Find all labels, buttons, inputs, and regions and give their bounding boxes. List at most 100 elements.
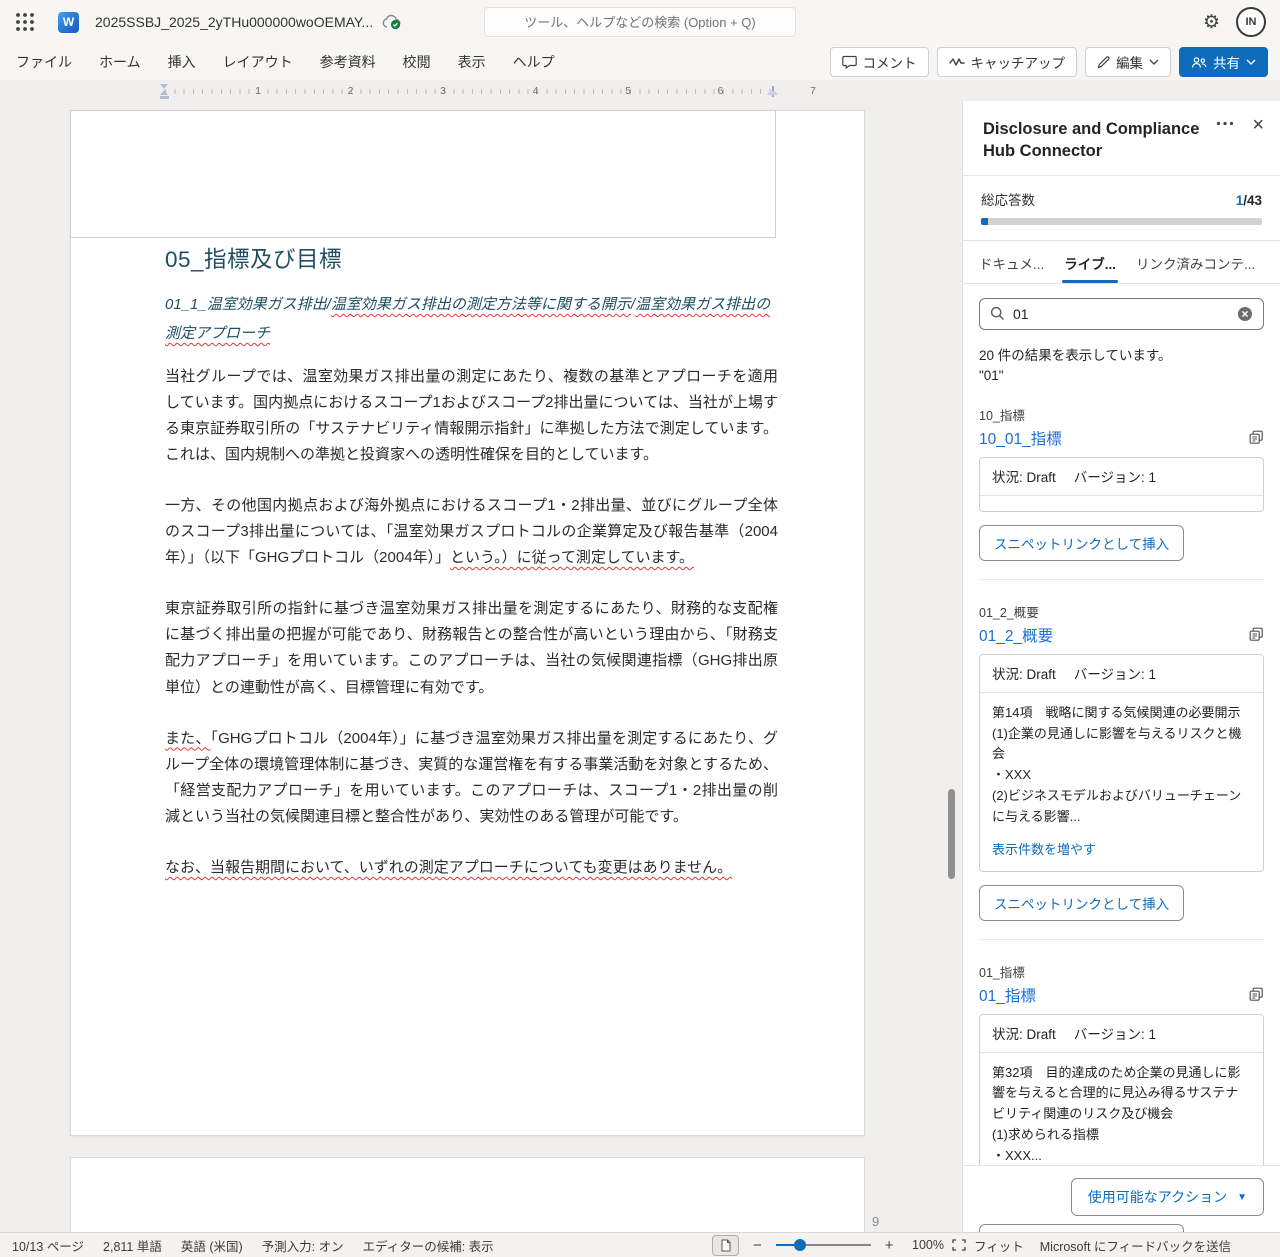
comments-button[interactable]: コメント — [830, 47, 929, 77]
doc-paragraph-5: なお、当報告期間において、いずれの測定アプローチについても変更はありません。 — [165, 855, 778, 881]
header-frame — [70, 110, 776, 238]
send-feedback-link[interactable]: Microsoft にフィードバックを送信 — [1040, 1236, 1231, 1255]
document-scrollbar[interactable] — [948, 789, 955, 879]
search-icon — [990, 306, 1005, 321]
catchup-label: キャッチアップ — [971, 52, 1066, 72]
tab-linked-content[interactable]: リンク済みコンテ... — [1126, 241, 1265, 283]
word-app-icon[interactable]: W — [58, 12, 79, 33]
copy-icon[interactable] — [1249, 987, 1264, 1002]
result-link[interactable]: 01_2_概要 — [979, 624, 1053, 646]
edit-mode-label: 編集 — [1116, 52, 1143, 72]
available-actions-button[interactable]: 使用可能なアクション ▼ — [1071, 1178, 1264, 1216]
total-responses-label: 総応答数 — [981, 189, 1035, 209]
share-people-icon — [1191, 56, 1207, 69]
app-launcher-icon[interactable] — [14, 11, 36, 33]
editor-suggestions-status[interactable]: エディターの候補: 表示 — [363, 1236, 494, 1255]
page-view-button[interactable] — [712, 1235, 739, 1256]
result-status-box: 状況: Draftバージョン: 1 — [979, 457, 1264, 512]
status-value: 状況: Draft — [992, 466, 1056, 486]
results-count-text: 20 件の結果を表示しています。 — [979, 346, 1264, 366]
menu-insert[interactable]: 挿入 — [168, 52, 196, 72]
comment-icon — [842, 55, 857, 69]
share-label: 共有 — [1213, 52, 1240, 72]
result-status-box: 状況: Draftバージョン: 1 第14項 戦略に関する気候関連の必要開示 (… — [979, 654, 1264, 872]
doc-paragraph-1: 当社グループでは、温室効果ガス排出量の測定にあたり、複数の基準とアプローチを適用… — [165, 364, 778, 468]
more-options-icon[interactable] — [1216, 121, 1234, 126]
page-icon — [721, 1239, 731, 1252]
result-category: 10_指標 — [979, 405, 1264, 424]
settings-gear-icon[interactable]: ⚙ — [1203, 13, 1220, 32]
menu-help[interactable]: ヘルプ — [513, 52, 555, 72]
document-title[interactable]: 2025SSBJ_2025_2yTHu000000woOEMAY... — [95, 14, 373, 30]
chevron-down-icon — [1149, 59, 1159, 65]
version-value: バージョン: 1 — [1074, 1023, 1156, 1043]
doc-heading: 05_指標及び目標 — [165, 242, 778, 274]
right-indent-marker[interactable] — [767, 86, 778, 97]
disclosure-hub-panel: Disclosure and Compliance Hub Connector … — [962, 101, 1280, 1232]
result-card: 01_2_概要 01_2_概要 状況: Draftバージョン: 1 第14項 戦… — [979, 602, 1264, 940]
library-search-input[interactable] — [1013, 306, 1229, 322]
status-value: 状況: Draft — [992, 1023, 1056, 1043]
document-canvas: 05_指標及び目標 01_1_温室効果ガス排出/温室効果ガス排出の測定方法等に関… — [0, 101, 962, 1232]
zoom-percent[interactable]: 100% — [912, 1238, 944, 1252]
search-results-list: 20 件の結果を表示しています。 "01" 10_指標 10_01_指標 状況:… — [963, 330, 1280, 1257]
panel-tabs: ドキュメ... ライブ... リンク済みコンテ... — [963, 240, 1280, 284]
result-snippet-text: 第14項 戦略に関する気候関連の必要開示 (1)企業の見通しに影響を与えるリスク… — [980, 693, 1263, 830]
fit-label[interactable]: フィット — [974, 1236, 1024, 1255]
word-count-status[interactable]: 2,811 単語 — [103, 1236, 162, 1255]
text-predictions-status[interactable]: 予測入力: オン — [262, 1236, 344, 1255]
global-search-input[interactable] — [484, 7, 796, 37]
zoom-slider-knob[interactable] — [794, 1239, 806, 1251]
ribbon-menu-bar: ファイル ホーム 挿入 レイアウト 参考資料 校閲 表示 ヘルプ コメント キャ… — [0, 44, 1280, 80]
clear-search-icon[interactable] — [1237, 306, 1253, 322]
menu-view[interactable]: 表示 — [458, 52, 486, 72]
title-bar: W 2025SSBJ_2025_2yTHu000000woOEMAY... ⚙ … — [0, 0, 1280, 44]
result-category: 01_2_概要 — [979, 602, 1264, 621]
copy-icon[interactable] — [1249, 627, 1264, 642]
result-link[interactable]: 10_01_指標 — [979, 427, 1062, 449]
response-summary: 総応答数 1/43 — [963, 176, 1280, 240]
tab-document[interactable]: ドキュメ... — [969, 241, 1054, 283]
document-page-10[interactable] — [70, 1157, 865, 1232]
insert-snippet-link-button[interactable]: スニペットリンクとして挿入 — [979, 525, 1184, 561]
tab-library[interactable]: ライブ... — [1054, 241, 1126, 283]
edit-pencil-icon — [1097, 56, 1110, 69]
dropdown-arrow-icon: ▼ — [1237, 1192, 1247, 1203]
menu-home[interactable]: ホーム — [99, 52, 141, 72]
chevron-down-icon — [1246, 59, 1256, 65]
edit-mode-button[interactable]: 編集 — [1085, 47, 1171, 77]
insert-snippet-link-button[interactable]: スニペットリンクとして挿入 — [979, 885, 1184, 921]
close-panel-icon[interactable]: × — [1252, 115, 1264, 135]
word-web-app: W 2025SSBJ_2025_2yTHu000000woOEMAY... ⚙ … — [0, 0, 1280, 1257]
library-search-box[interactable] — [979, 298, 1264, 330]
result-snippet-text: 第32項 目的達成のため企業の見通しに影響を与えると合理的に見込み得るサステナビ… — [980, 1053, 1263, 1169]
version-value: バージョン: 1 — [1074, 663, 1156, 683]
page-count-status[interactable]: 10/13 ページ — [12, 1236, 84, 1255]
menu-file[interactable]: ファイル — [16, 52, 72, 72]
menu-review[interactable]: 校閲 — [403, 52, 431, 72]
result-card: 10_指標 10_01_指標 状況: Draftバージョン: 1 スニペットリン… — [979, 405, 1264, 580]
doc-paragraph-3: 東京証券取引所の指針に基づき温室効果ガス排出量を測定するにあたり、財務的な支配権… — [165, 596, 778, 700]
fit-width-icon[interactable] — [952, 1239, 966, 1251]
comments-label: コメント — [863, 52, 917, 72]
document-page-9[interactable]: 05_指標及び目標 01_1_温室効果ガス排出/温室効果ガス排出の測定方法等に関… — [70, 110, 865, 1136]
language-status[interactable]: 英語 (米国) — [181, 1236, 243, 1255]
zoom-out-button[interactable]: − — [751, 1237, 764, 1254]
catchup-button[interactable]: キャッチアップ — [937, 47, 1078, 77]
show-more-link[interactable]: 表示件数を増やす — [980, 830, 1263, 871]
account-avatar[interactable]: IN — [1236, 7, 1266, 37]
share-button[interactable]: 共有 — [1179, 47, 1268, 77]
copy-icon[interactable] — [1249, 430, 1264, 445]
menu-layout[interactable]: レイアウト — [223, 52, 293, 72]
query-echo-text: "01" — [979, 368, 1264, 383]
zoom-slider[interactable] — [776, 1239, 871, 1251]
response-count: 1/43 — [1236, 193, 1262, 208]
indent-marker[interactable] — [160, 84, 169, 98]
page-number-label: 9 — [872, 1214, 879, 1229]
result-link[interactable]: 01_指標 — [979, 984, 1036, 1006]
panel-footer: 使用可能なアクション ▼ — [963, 1165, 1280, 1222]
menu-references[interactable]: 参考資料 — [320, 52, 376, 72]
zoom-in-button[interactable]: + — [883, 1237, 896, 1254]
doc-subtitle: 01_1_温室効果ガス排出/温室効果ガス排出の測定方法等に関する開示/温室効果ガ… — [165, 291, 778, 349]
ruler-numbers: 1234567 — [165, 82, 773, 100]
